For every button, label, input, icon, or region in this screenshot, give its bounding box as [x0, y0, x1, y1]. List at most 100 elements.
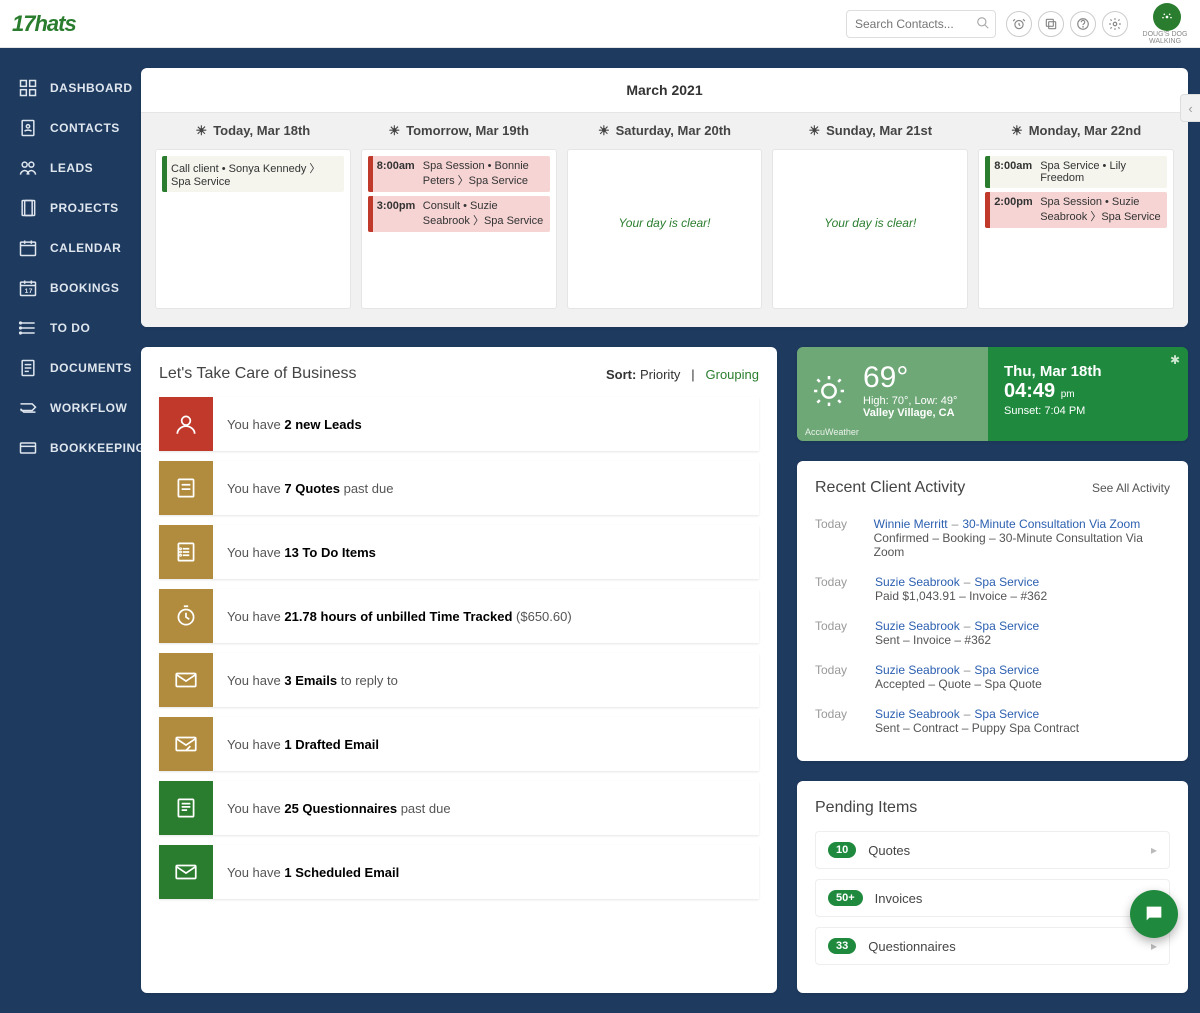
pending-item-quotes[interactable]: 10 Quotes ▸: [815, 831, 1170, 869]
calendar-event[interactable]: 8:00amSpa Service • Lily Freedom: [985, 156, 1167, 188]
see-all-activity[interactable]: See All Activity: [1092, 481, 1170, 495]
draft-icon: [159, 717, 213, 771]
drawer-toggle[interactable]: ‹: [1180, 94, 1200, 122]
activity-client-link[interactable]: Winnie Merritt: [874, 517, 948, 531]
business-item[interactable]: You have 1 Drafted Email: [159, 717, 759, 771]
business-heading: Let's Take Care of Business: [159, 365, 357, 383]
chat-fab[interactable]: [1130, 890, 1178, 938]
sidebar-label: BOOKINGS: [50, 281, 119, 295]
business-item[interactable]: You have 2 new Leads: [159, 397, 759, 451]
business-item[interactable]: You have 3 Emails to reply to: [159, 653, 759, 707]
sidebar-icon: [18, 118, 38, 138]
sidebar-item-projects[interactable]: PROJECTS: [0, 188, 141, 228]
sidebar-icon: [18, 238, 38, 258]
sidebar-label: WORKFLOW: [50, 401, 127, 415]
sidebar-item-bookings[interactable]: 17 BOOKINGS: [0, 268, 141, 308]
sidebar-icon: [18, 358, 38, 378]
help-icon[interactable]: [1070, 11, 1096, 37]
sidebar-label: PROJECTS: [50, 201, 119, 215]
activity-project-link[interactable]: Spa Service: [974, 619, 1039, 633]
activity-row[interactable]: TodaySuzie Seabrook–Spa ServiceSent – Co…: [815, 699, 1170, 743]
activity-project-link[interactable]: Spa Service: [974, 575, 1039, 589]
gear-icon[interactable]: [1102, 11, 1128, 37]
sidebar-icon: [18, 398, 38, 418]
weather-icon: ☀: [196, 123, 208, 138]
sidebar-icon: [18, 438, 38, 458]
activity-client-link[interactable]: Suzie Seabrook: [875, 575, 960, 589]
avatar[interactable]: [1153, 3, 1181, 31]
logo[interactable]: 17hats: [12, 11, 76, 37]
sidebar-item-to-do[interactable]: TO DO: [0, 308, 141, 348]
activity-client-link[interactable]: Suzie Seabrook: [875, 663, 960, 677]
alarm-icon[interactable]: [1006, 11, 1032, 37]
day-clear-msg: Your day is clear!: [779, 156, 961, 230]
search-input[interactable]: [846, 10, 996, 38]
sidebar-icon: [18, 158, 38, 178]
pending-badge: 50+: [828, 890, 863, 906]
avatar-label: DOUG'S DOG WALKING: [1142, 31, 1188, 45]
sidebar-item-dashboard[interactable]: DASHBOARD: [0, 68, 141, 108]
weather-icon: ☀: [1011, 123, 1023, 138]
chevron-right-icon: ▸: [1151, 843, 1157, 857]
sidebar-label: DOCUMENTS: [50, 361, 132, 375]
calendar-event[interactable]: 8:00amSpa Session • Bonnie Peters 〉Spa S…: [368, 156, 550, 192]
sort-controls[interactable]: Sort: Priority | Grouping: [606, 367, 759, 382]
quote-icon: [159, 461, 213, 515]
business-item[interactable]: You have 13 To Do Items: [159, 525, 759, 579]
calendar-event[interactable]: 2:00pmSpa Session • Suzie Seabrook 〉Spa …: [985, 192, 1167, 228]
weather-time: 04:49 pm: [1004, 380, 1172, 403]
pending-heading: Pending Items: [815, 799, 1170, 817]
temperature: 69°: [863, 361, 972, 395]
sidebar-icon: [18, 198, 38, 218]
business-item[interactable]: You have 21.78 hours of unbilled Time Tr…: [159, 589, 759, 643]
pending-item-questionnaires[interactable]: 33Questionnaires▸: [815, 927, 1170, 965]
business-item[interactable]: You have 1 Scheduled Email: [159, 845, 759, 899]
calendar-event[interactable]: 3:00pmConsult • Suzie Seabrook 〉Spa Serv…: [368, 196, 550, 232]
weather-attribution: AccuWeather: [805, 427, 859, 437]
sun-icon: [809, 371, 849, 414]
sidebar-item-contacts[interactable]: CONTACTS: [0, 108, 141, 148]
svg-text:17: 17: [25, 288, 33, 295]
location: Valley Village, CA: [863, 407, 972, 419]
pending-label: Quotes: [868, 843, 910, 858]
calendar-event[interactable]: Call client • Sonya Kennedy 〉Spa Service: [162, 156, 344, 192]
activity-project-link[interactable]: Spa Service: [974, 707, 1039, 721]
sidebar-icon: [18, 318, 38, 338]
sidebar-icon: [18, 78, 38, 98]
sidebar-item-documents[interactable]: DOCUMENTS: [0, 348, 141, 388]
weather-gear-icon[interactable]: ✱: [1170, 353, 1180, 367]
search-icon[interactable]: [976, 16, 990, 33]
pending-item-invoices[interactable]: 50+Invoices▸: [815, 879, 1170, 917]
weather-icon: ☀: [808, 123, 820, 138]
weather-icon: ☀: [598, 123, 610, 138]
activity-project-link[interactable]: Spa Service: [974, 663, 1039, 677]
business-item[interactable]: You have 7 Quotes past due: [159, 461, 759, 515]
sidebar-item-bookkeeping[interactable]: BOOKKEEPING: [0, 428, 141, 468]
list-icon: [159, 525, 213, 579]
activity-project-link[interactable]: 30-Minute Consultation Via Zoom: [962, 517, 1140, 531]
activity-row[interactable]: TodayWinnie Merritt–30-Minute Consultati…: [815, 509, 1170, 567]
day-header: ☀Tomorrow, Mar 19th: [361, 113, 557, 149]
sidebar-item-calendar[interactable]: CALENDAR: [0, 228, 141, 268]
sidebar-item-leads[interactable]: LEADS: [0, 148, 141, 188]
activity-heading: Recent Client Activity: [815, 479, 965, 497]
business-item[interactable]: You have 25 Questionnaires past due: [159, 781, 759, 835]
activity-client-link[interactable]: Suzie Seabrook: [875, 619, 960, 633]
mail-icon: [159, 845, 213, 899]
sidebar-label: LEADS: [50, 161, 93, 175]
activity-row[interactable]: TodaySuzie Seabrook–Spa ServiceAccepted …: [815, 655, 1170, 699]
activity-row[interactable]: TodaySuzie Seabrook–Spa ServiceSent – In…: [815, 611, 1170, 655]
activity-client-link[interactable]: Suzie Seabrook: [875, 707, 960, 721]
calendar-title: March 2021: [141, 68, 1188, 112]
sunset: Sunset: 7:04 PM: [1004, 405, 1172, 417]
day-header: ☀Monday, Mar 22nd: [978, 113, 1174, 149]
form-icon: [159, 781, 213, 835]
activity-row[interactable]: TodaySuzie Seabrook–Spa ServicePaid $1,0…: [815, 567, 1170, 611]
pending-badge: 10: [828, 842, 856, 858]
day-header: ☀Saturday, Mar 20th: [567, 113, 763, 149]
copy-icon[interactable]: [1038, 11, 1064, 37]
timer-icon: [159, 589, 213, 643]
chevron-right-icon: ▸: [1151, 939, 1157, 953]
sidebar-item-workflow[interactable]: WORKFLOW: [0, 388, 141, 428]
mail-icon: [159, 653, 213, 707]
